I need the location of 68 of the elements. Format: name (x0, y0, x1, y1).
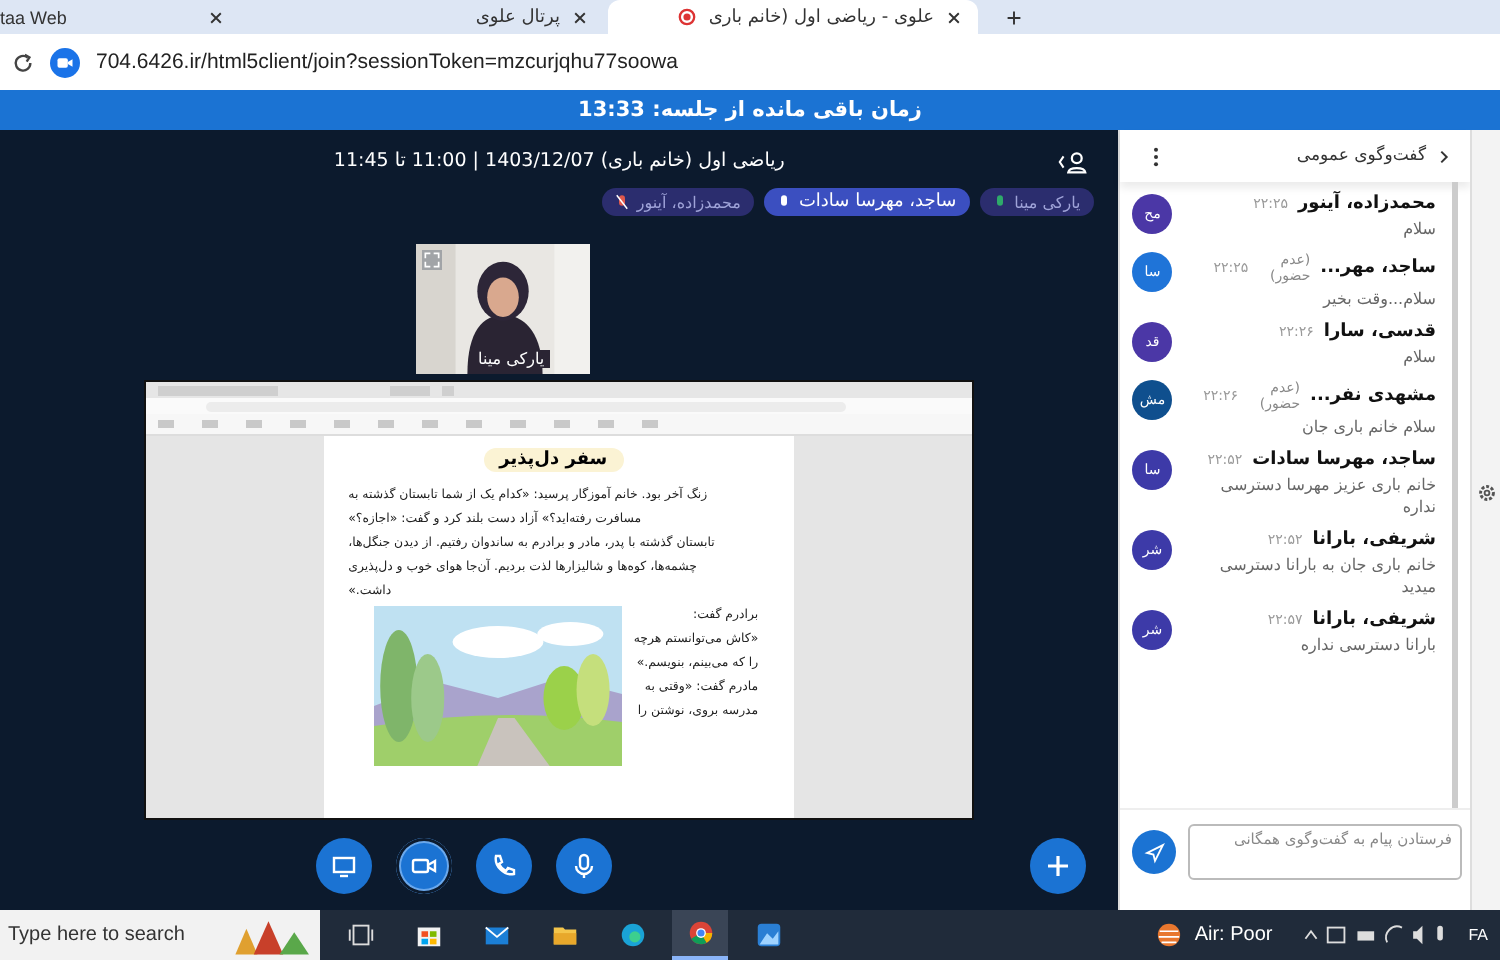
session-timer: زمان باقی مانده از جلسه: 13:33 (578, 98, 922, 122)
camera-button[interactable] (395, 838, 452, 894)
toolbar-icon (466, 420, 483, 428)
sender-name: محمدزاده، آینور (1298, 194, 1437, 214)
toolbar-icon (598, 420, 615, 428)
camera-icon (50, 47, 80, 77)
talker-chip: یارکی مینا (980, 188, 1095, 216)
send-button[interactable] (1132, 830, 1177, 874)
monitor-icon (329, 852, 358, 880)
actions-button[interactable] (1030, 838, 1087, 894)
message-text: خانم باری جان به بارانا دسترسی میدید (1217, 554, 1437, 598)
phone-icon (489, 852, 518, 880)
talker-chip: محمدزاده، آینور (602, 188, 755, 216)
sender-name: ساجد، مهرسا سادات (1252, 450, 1437, 470)
toolbar-icon (202, 420, 219, 428)
sender-name: شریفی، بارانا (1312, 530, 1437, 550)
user-icon[interactable] (1056, 150, 1091, 174)
screen-share-button[interactable] (315, 838, 372, 894)
browser-tab[interactable]: علوی - ریاضی اول (خانم باری (608, 0, 978, 34)
toolbar-icon (246, 420, 263, 428)
message-text: سلام...وقت بخیر (1320, 288, 1437, 310)
settings-icon[interactable] (1475, 482, 1497, 504)
browser-tab[interactable]: taa Web (0, 0, 240, 34)
toolbar-icon (290, 420, 307, 428)
toolbar-icon (378, 420, 395, 428)
message-text: بارانا دسترسی نداره (1298, 634, 1437, 656)
address-field[interactable]: 704.6426.ir/html5client/join?sessionToken=mzcurjqhu77soowa (96, 50, 678, 74)
plus-icon (1044, 852, 1073, 880)
leave-audio-button[interactable] (475, 838, 532, 894)
toolbar-icon (334, 420, 351, 428)
microphone-icon (778, 194, 791, 210)
language-indicator[interactable]: FA (1468, 926, 1488, 944)
new-tab-icon[interactable] (1006, 10, 1022, 26)
toolbar-icon (554, 420, 571, 428)
air-quality-label[interactable]: Air: Poor (1194, 924, 1273, 946)
chat-title: گفت‌وگوی عمومی (1294, 146, 1427, 166)
microphone-icon (569, 852, 598, 880)
message-text: سلام (1401, 218, 1437, 240)
microphone-icon (994, 194, 1007, 210)
toolbar-icon (642, 420, 659, 428)
sender-name: شریفی، بارانا (1312, 610, 1437, 630)
reload-icon[interactable] (12, 51, 34, 73)
sender-name: قدسی، سارا (1323, 322, 1437, 342)
message-text: سلام (1401, 346, 1437, 368)
talker-chip: ساجد، مهرسا سادات (764, 188, 971, 216)
toolbar-icon (158, 420, 175, 428)
chevron-icon[interactable] (1438, 147, 1451, 165)
document-heading: سفر دل‌پذیر (483, 448, 624, 472)
close-icon[interactable] (208, 9, 224, 25)
weather-icon[interactable] (1156, 922, 1183, 948)
search-field[interactable]: Type here to search (0, 910, 320, 960)
message-text: سلام خانم باری جان (1299, 416, 1437, 438)
record-icon (678, 8, 697, 26)
muted-microphone-icon (616, 194, 629, 210)
sender-name: ساجد، مهر... (1320, 258, 1437, 278)
close-icon[interactable] (946, 9, 962, 25)
toolbar-icon (422, 420, 439, 428)
browser-tab[interactable]: پرتال علوی (244, 0, 604, 34)
message-text: خانم باری عزیز مهرسا دسترسی نداره (1218, 474, 1437, 518)
sender-name: مشهدی نفر... (1310, 386, 1437, 406)
microphone-button[interactable] (555, 838, 612, 894)
more-icon[interactable] (1152, 145, 1161, 167)
close-icon[interactable] (572, 9, 588, 25)
meeting-title: ریاضی اول (خانم باری) 1403/12/07 | 11:00 تا 11:45 (333, 149, 785, 171)
send-icon (1143, 841, 1166, 863)
toolbar-icon (510, 420, 527, 428)
new-tab-icon (442, 385, 455, 395)
chrome-taskbar-icon[interactable] (672, 910, 728, 960)
